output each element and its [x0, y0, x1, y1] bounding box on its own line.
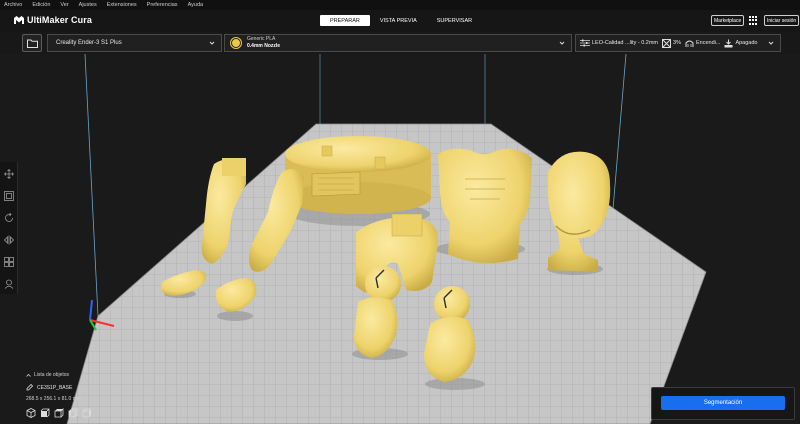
- mirror-tool[interactable]: [2, 232, 16, 248]
- support-icon: [685, 40, 694, 47]
- menu-bar: Archivo Edición Ver Ajustes Extensiones …: [0, 0, 800, 10]
- tool-panel: [0, 162, 18, 294]
- model-base-disc[interactable]: [285, 136, 431, 214]
- folder-icon: [26, 39, 38, 48]
- chevron-up-icon: [26, 373, 31, 377]
- menu-edit[interactable]: Edición: [32, 2, 50, 8]
- sliders-icon: [580, 39, 590, 47]
- adhesion-item: Apagado: [724, 39, 757, 48]
- chevron-down-icon: [559, 41, 565, 45]
- profile-item: LEO-Calidad ...lity - 0.2mm: [580, 39, 658, 47]
- view-top-icon: [54, 408, 64, 418]
- apps-grid-icon[interactable]: [749, 16, 758, 25]
- per-model-settings-tool[interactable]: [2, 254, 16, 270]
- build-volume-viewport[interactable]: [0, 54, 800, 424]
- menu-help[interactable]: Ayuda: [188, 2, 204, 8]
- move-icon: [3, 169, 14, 179]
- view-3d-icon: [26, 408, 36, 418]
- tab-monitor[interactable]: SUPERVISAR: [427, 15, 482, 26]
- adhesion-value: Apagado: [735, 40, 758, 46]
- material-spool-icon: [231, 38, 241, 48]
- slice-panel: Segmentación: [651, 387, 795, 420]
- tab-preview[interactable]: VISTA PREVIA: [370, 15, 427, 26]
- camera-view-buttons: [26, 408, 92, 418]
- object-list: Lista de objetos CE3S1P_BASE 268.5 x 256…: [26, 372, 146, 422]
- view-right-button[interactable]: [82, 408, 92, 418]
- build-plate-scene: [66, 54, 707, 424]
- object-dimensions: 268.5 x 256.1 x 81.0 mm: [26, 396, 82, 402]
- model-knee[interactable]: [434, 286, 470, 322]
- move-tool[interactable]: [2, 166, 16, 182]
- edit-pencil-icon: [26, 384, 33, 391]
- tab-prepare[interactable]: PREPARAR: [320, 15, 370, 26]
- support-item: Encendi...: [685, 39, 720, 48]
- marketplace-button[interactable]: Marketplace: [711, 15, 745, 26]
- app-logo: UltiMaker Cura: [14, 15, 92, 25]
- material-selector[interactable]: Generic PLA 0.4mm Nozzle: [224, 34, 572, 52]
- support-blocker-tool[interactable]: [2, 276, 16, 292]
- printer-name: Creality Ender-3 S1 Plus: [56, 40, 122, 46]
- ultimaker-logo-icon: [14, 16, 24, 24]
- scale-tool[interactable]: [2, 188, 16, 204]
- infill-item: 3%: [662, 38, 681, 48]
- signin-button[interactable]: Iniciar sesión: [764, 15, 800, 26]
- view-left-button[interactable]: [68, 408, 78, 418]
- view-front-icon: [40, 408, 50, 418]
- menu-file[interactable]: Archivo: [4, 2, 22, 8]
- infill-value: 3%: [673, 40, 681, 46]
- rotate-icon: [4, 213, 13, 222]
- app-title: UltiMaker Cura: [27, 15, 92, 25]
- job-toolbar: Creality Ender-3 S1 Plus Generic PLA 0.4…: [0, 32, 800, 54]
- header-bar: UltiMaker Cura PREPARAR VISTA PREVIA SUP…: [0, 10, 800, 32]
- object-list-title: Lista de objetos: [34, 372, 70, 378]
- support-blocker-icon: [4, 279, 13, 289]
- menu-extensions[interactable]: Extensiones: [107, 2, 137, 8]
- stage-tabs: PREPARAR VISTA PREVIA SUPERVISAR: [320, 15, 482, 26]
- menu-settings[interactable]: Ajustes: [79, 2, 97, 8]
- infill-icon: [662, 38, 672, 48]
- scale-icon: [3, 191, 14, 201]
- profile-name: LEO-Calidad ...lity - 0.2mm: [592, 40, 659, 46]
- chevron-down-icon: [768, 41, 774, 45]
- adhesion-icon: [724, 39, 733, 47]
- object-list-toggle[interactable]: Lista de objetos: [26, 372, 69, 378]
- model-torso[interactable]: [438, 148, 532, 263]
- view-top-button[interactable]: [54, 408, 64, 418]
- mirror-icon: [3, 235, 14, 245]
- menu-preferences[interactable]: Preferencias: [147, 2, 178, 8]
- object-entry[interactable]: CE3S1P_BASE: [26, 384, 72, 391]
- view-right-icon: [82, 408, 91, 418]
- slice-button[interactable]: Segmentación: [661, 396, 785, 410]
- print-settings-selector[interactable]: LEO-Calidad ...lity - 0.2mm 3% Encendi..…: [575, 34, 781, 52]
- menu-view[interactable]: Ver: [60, 2, 68, 8]
- support-value: Encendi...: [695, 40, 721, 46]
- per-model-settings-icon: [3, 257, 14, 267]
- rotate-tool[interactable]: [2, 210, 16, 226]
- chevron-down-icon: [209, 41, 215, 45]
- axis-z: [89, 299, 93, 321]
- nozzle-size: 0.4mm Nozzle: [247, 43, 281, 49]
- material-name: Generic PLA: [247, 36, 276, 42]
- view-left-icon: [68, 408, 78, 418]
- view-front-button[interactable]: [40, 408, 50, 418]
- open-file-button[interactable]: [22, 34, 42, 52]
- printer-selector[interactable]: Creality Ender-3 S1 Plus: [47, 34, 222, 52]
- object-name: CE3S1P_BASE: [37, 384, 73, 391]
- view-3d-button[interactable]: [26, 408, 36, 418]
- build-volume-edge: [84, 54, 99, 317]
